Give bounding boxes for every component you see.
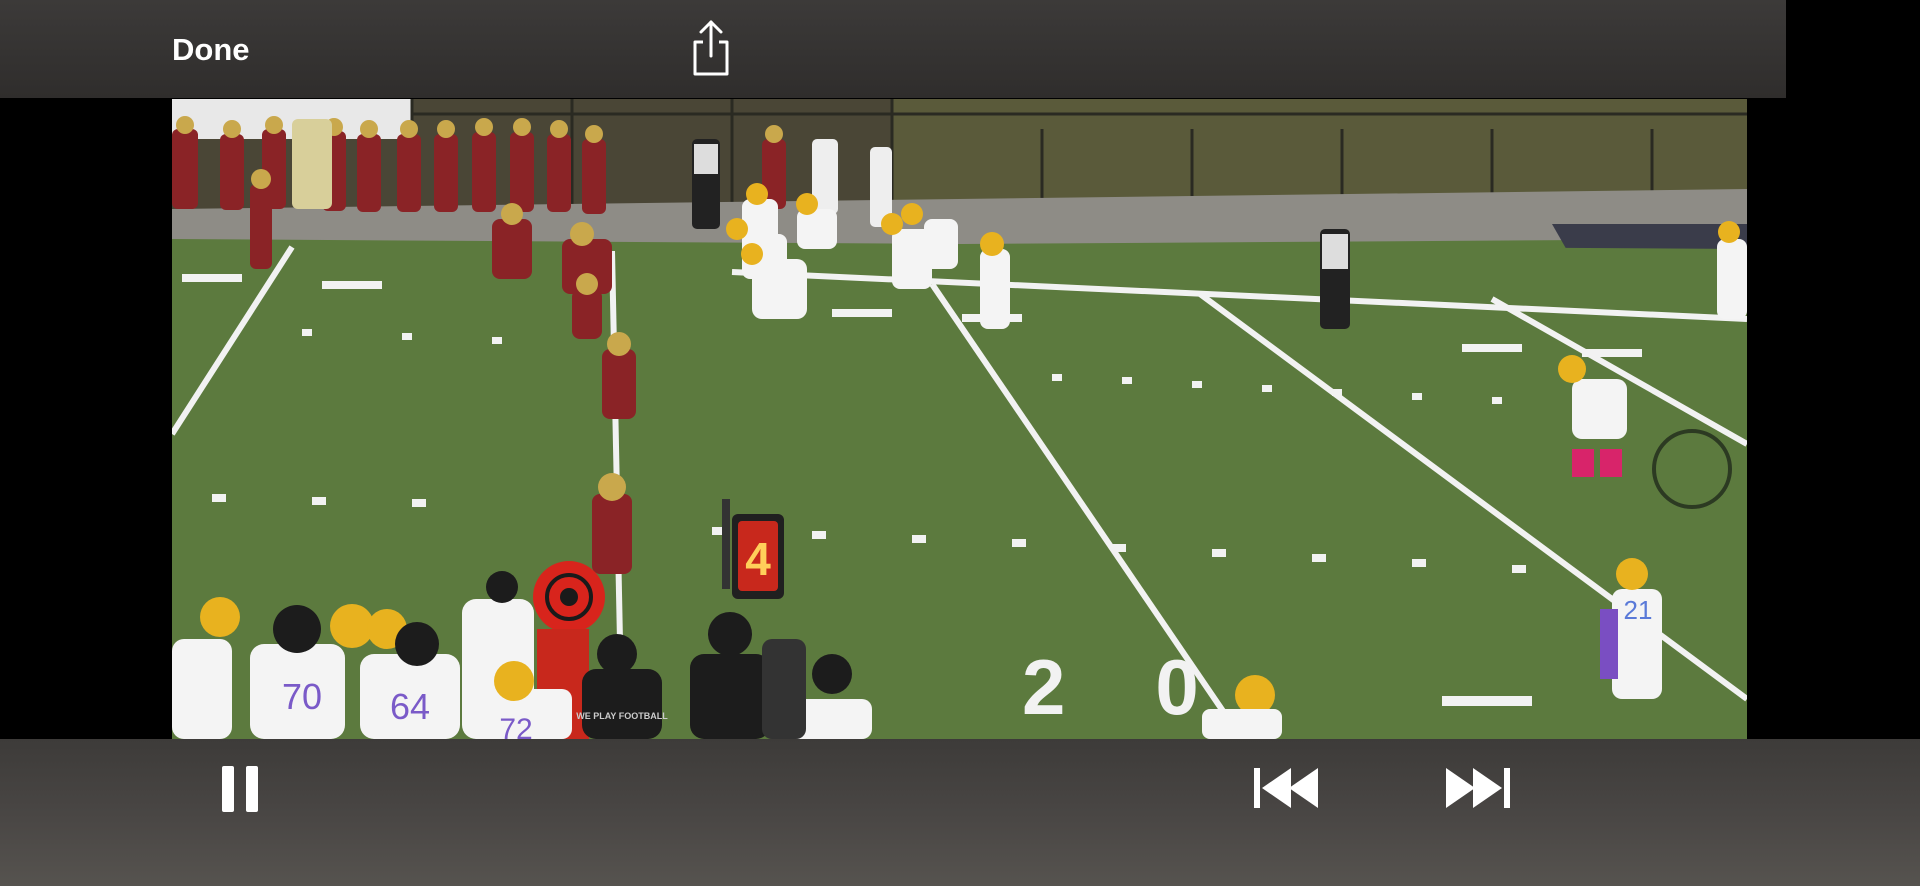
skip-back-icon[interactable] bbox=[1254, 766, 1320, 810]
jersey-number: 64 bbox=[390, 686, 430, 727]
video-frame[interactable]: 20 4 WE PLAY FOOTBALL 70 64 72 21 bbox=[172, 99, 1747, 739]
pause-icon[interactable] bbox=[222, 766, 258, 812]
jersey-number: 72 bbox=[499, 713, 532, 739]
shirt-text: WE PLAY FOOTBALL bbox=[576, 711, 668, 721]
done-button[interactable]: Done bbox=[172, 32, 250, 68]
playback-bar bbox=[0, 739, 1920, 886]
top-bar: Done bbox=[0, 0, 1786, 98]
jersey-number: 70 bbox=[282, 676, 322, 717]
skip-forward-icon[interactable] bbox=[1444, 766, 1510, 810]
down-marker: 4 bbox=[745, 533, 771, 585]
share-icon[interactable] bbox=[685, 18, 737, 78]
jersey-number: 21 bbox=[1624, 595, 1653, 625]
